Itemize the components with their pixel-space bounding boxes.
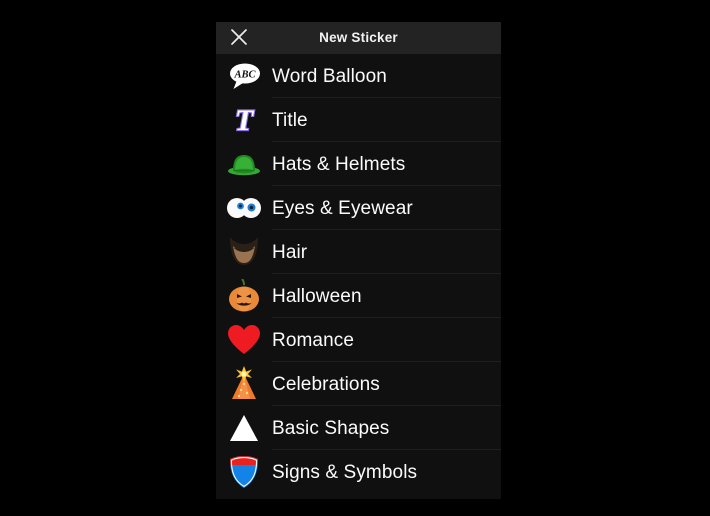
category-label: Word Balloon [272,65,387,87]
category-row-word-balloon[interactable]: ABC Word Balloon [216,54,501,98]
close-icon [230,28,248,49]
category-label: Eyes & Eyewear [272,197,413,219]
highway-shield-icon [216,450,272,494]
screen-root: New Sticker ABC Word Balloon T Title Hat… [0,0,710,516]
category-row-hair[interactable]: Hair [216,230,501,274]
category-row-title[interactable]: T Title [216,98,501,142]
category-label: Title [272,109,308,131]
new-sticker-panel: New Sticker ABC Word Balloon T Title Hat… [216,22,501,499]
category-row-romance[interactable]: Romance [216,318,501,362]
category-label: Signs & Symbols [272,461,418,483]
svg-text:ABC: ABC [233,70,256,81]
jack-o-lantern-icon [216,274,272,318]
title-letter-t-icon: T [216,98,272,142]
panel-header: New Sticker [216,22,501,54]
category-row-basic-shapes[interactable]: Basic Shapes [216,406,501,450]
category-row-celebrations[interactable]: Celebrations [216,362,501,406]
beard-icon [216,230,272,274]
triangle-icon [216,406,272,450]
category-row-halloween[interactable]: Halloween [216,274,501,318]
category-row-eyes-eyewear[interactable]: Eyes & Eyewear [216,186,501,230]
category-label: Hair [272,241,308,263]
category-label: Basic Shapes [272,417,390,439]
party-hat-icon [216,362,272,406]
bowler-hat-icon [216,142,272,186]
category-label: Halloween [272,285,362,307]
category-list: ABC Word Balloon T Title Hats & Helmets … [216,54,501,494]
category-label: Hats & Helmets [272,153,406,175]
heart-icon [216,318,272,362]
category-label: Romance [272,329,355,351]
close-button[interactable] [216,22,262,54]
category-row-signs-symbols[interactable]: Signs & Symbols [216,450,501,494]
svg-text:T: T [235,104,255,136]
googly-eyes-icon [216,186,272,230]
category-row-hats-helmets[interactable]: Hats & Helmets [216,142,501,186]
word-balloon-icon: ABC [216,54,272,98]
category-label: Celebrations [272,373,380,395]
